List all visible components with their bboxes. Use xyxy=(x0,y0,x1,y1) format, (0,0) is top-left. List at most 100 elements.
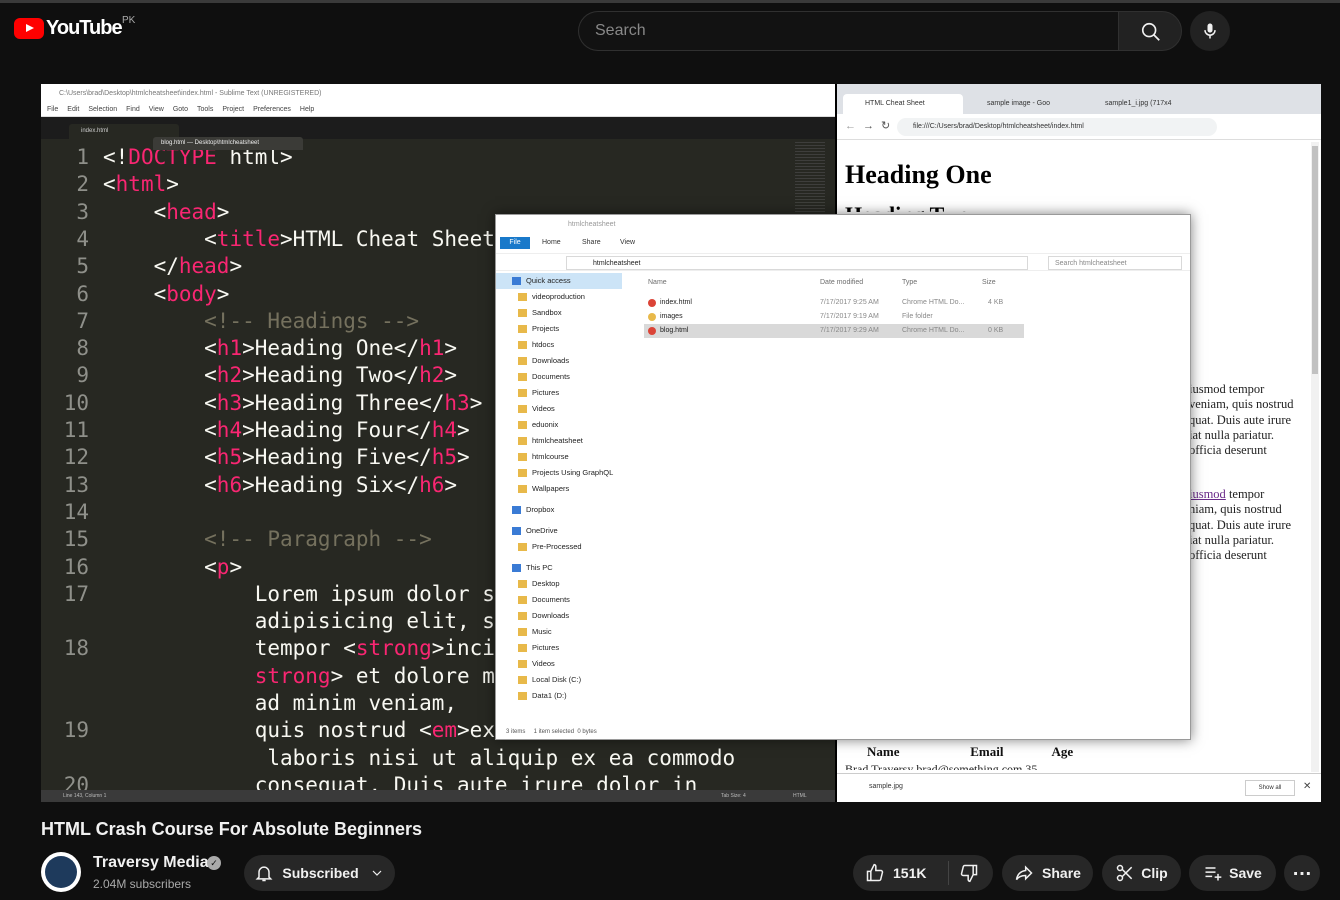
subscribed-button[interactable]: Subscribed xyxy=(244,855,395,891)
th-name: Name xyxy=(867,744,900,759)
line-number: 9 xyxy=(76,363,89,388)
folder-icon xyxy=(518,453,527,462)
paragraph-2: iusmod tempor niam, quis nostrud quat. D… xyxy=(1189,487,1319,563)
sublime-menu-edit: Edit xyxy=(67,106,80,113)
line-number: 1 xyxy=(76,145,89,169)
like-button[interactable]: 151K xyxy=(853,861,949,885)
file-row: index.html 7/17/2017 9:25 AM Chrome HTML D… xyxy=(644,296,1024,310)
line-number: 4 xyxy=(76,226,89,251)
folder-icon xyxy=(518,543,527,552)
youtube-play-icon xyxy=(14,18,44,39)
code-line: <html> xyxy=(103,172,179,197)
col-date: Date modified xyxy=(820,279,864,286)
save-label: Save xyxy=(1229,865,1262,881)
video-player[interactable]: C:\Users\brad\Desktop\htmlcheatsheet\ind… xyxy=(41,84,1321,802)
share-button[interactable]: Share xyxy=(1002,855,1093,891)
channel-name[interactable]: Traversy Media xyxy=(93,854,209,872)
col-name: Name xyxy=(648,279,667,286)
line-number: 5 xyxy=(76,254,89,279)
explorer-search: Search htmlcheatsheet xyxy=(1048,256,1182,270)
channel-avatar[interactable] xyxy=(41,852,81,892)
file-explorer-window: htmlcheatsheet File Home Share View html… xyxy=(495,214,1191,740)
col-type: Type xyxy=(902,279,918,286)
sublime-menu-project: Project xyxy=(222,106,245,113)
code-line: <h2>Heading Two</h2> xyxy=(103,363,458,388)
avatar-image xyxy=(45,856,77,888)
chrome-icon xyxy=(648,327,656,335)
nav-item: Pictures xyxy=(496,640,622,656)
paragraph-2-link: iusmod xyxy=(1189,487,1226,501)
ribbon-view: View xyxy=(620,239,636,246)
voice-search-button[interactable] xyxy=(1190,11,1230,51)
youtube-logo[interactable]: YouTube PK xyxy=(14,15,135,40)
nav-item: Downloads xyxy=(496,353,622,369)
nav-item: Music xyxy=(496,624,622,640)
search-button[interactable] xyxy=(1118,11,1182,51)
line-number: 17 xyxy=(63,581,89,606)
share-label: Share xyxy=(1042,865,1081,881)
table-header: Name Email Age xyxy=(867,744,1073,760)
like-dislike-group: 151K xyxy=(853,855,993,891)
more-icon: … xyxy=(1292,858,1312,880)
folder-icon xyxy=(648,313,656,321)
sublime-menu-help: Help xyxy=(299,106,315,113)
code-line: <head> xyxy=(103,199,230,224)
forward-icon: → xyxy=(863,120,874,132)
sublime-menu-tools: Tools xyxy=(197,106,214,113)
playlist-add-icon xyxy=(1205,867,1222,881)
ribbon-file: File xyxy=(500,237,530,249)
nav-item: Projects Using GraphQL xyxy=(496,465,622,481)
th-age: Age xyxy=(1051,744,1074,759)
nav-item: Pictures xyxy=(496,385,622,401)
explorer-ribbon: File Home Share View xyxy=(496,235,1190,251)
explorer-column-headers: Name Date modified Type Size xyxy=(644,273,1184,293)
folder-icon xyxy=(512,277,521,286)
explorer-address: htmlcheatsheet Search htmlcheatsheet xyxy=(496,253,1190,271)
code-line: strong> et dolore m xyxy=(103,663,495,688)
line-number: 13 xyxy=(63,472,89,497)
more-actions-button[interactable]: … xyxy=(1284,855,1320,891)
code-line: Lorem ipsum dolor s xyxy=(103,581,495,606)
code-line: <title>HTML Cheat Sheet xyxy=(103,226,495,251)
nav-item: Videos xyxy=(496,401,622,417)
sublime-menu-file: File xyxy=(47,106,59,113)
folder-icon xyxy=(518,405,527,414)
explorer-nav-pane: Quick access videoproduction Sandbox Projec… xyxy=(496,273,634,719)
save-button[interactable]: Save xyxy=(1189,855,1276,891)
nav-item: Desktop xyxy=(496,576,622,592)
ribbon-share: Share xyxy=(582,239,601,246)
folder-icon xyxy=(518,628,527,637)
search-input[interactable] xyxy=(578,11,1118,51)
sublime-menu-goto: Goto xyxy=(172,106,188,113)
back-icon: ← xyxy=(845,120,856,132)
nav-item: Videos xyxy=(496,656,622,672)
dislike-button[interactable] xyxy=(949,861,979,885)
nav-item: eduonix xyxy=(496,417,622,433)
folder-icon xyxy=(518,580,527,589)
line-number: 2 xyxy=(76,172,89,197)
country-code: PK xyxy=(122,15,136,26)
explorer-title: htmlcheatsheet xyxy=(568,221,616,228)
code-line: <h6>Heading Six</h6> xyxy=(103,472,458,497)
nav-item: videoproduction xyxy=(496,289,622,305)
code-line: quis nostrud <em>ex xyxy=(103,718,495,743)
folder-icon xyxy=(518,357,527,366)
explorer-status: 3 items 1 item selected 0 bytes xyxy=(506,729,597,735)
nav-item: htmlcheatsheet xyxy=(496,433,622,449)
folder-icon xyxy=(518,676,527,685)
code-line: <h5>Heading Five</h5> xyxy=(103,445,470,470)
folder-icon xyxy=(518,389,527,398)
code-line: tempor <strong>inci xyxy=(103,636,495,661)
nav-item: Documents xyxy=(496,592,622,608)
nav-item: Local Disk (C:) xyxy=(496,672,622,688)
line-number: 11 xyxy=(63,418,89,442)
folder-icon xyxy=(518,373,527,382)
col-size: Size xyxy=(982,279,996,286)
code-line: <body> xyxy=(103,281,230,306)
thumbs-down-icon xyxy=(960,864,978,883)
chrome-toolbar: ← → ↻ file:///C:/Users/brad/Desktop/html… xyxy=(837,114,1321,140)
status-tab-size: Tab Size: 4 xyxy=(721,793,746,799)
clip-button[interactable]: Clip xyxy=(1102,855,1181,891)
nav-item: htdocs xyxy=(496,337,622,353)
chrome-icon xyxy=(648,299,656,307)
